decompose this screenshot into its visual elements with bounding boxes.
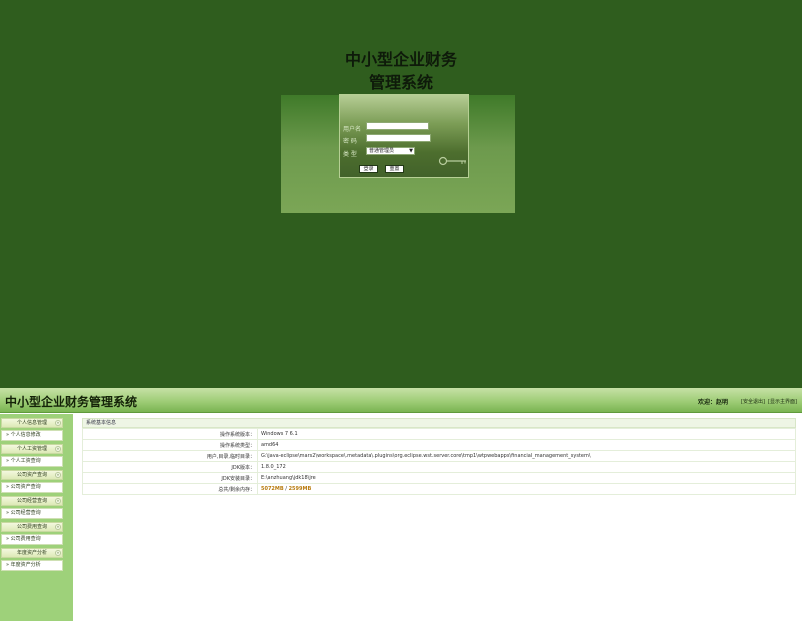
sidebar-item-annual-analysis[interactable]: » 年度资产分析 <box>1 560 63 571</box>
sidebar-item-label: 个人信息修改 <box>10 432 41 438</box>
row-label: 用户,目录,临时目录： <box>82 450 258 462</box>
row-label: JDK版本： <box>82 461 258 473</box>
sysinfo-table: 操作系统版本： Windows 7 6.1 操作系统类型： amd64 用户,目… <box>82 428 796 495</box>
sidebar-item-label: 公司经营查询 <box>10 510 41 516</box>
chevron-icon: » <box>55 472 61 478</box>
row-label: 操作系统类型： <box>82 439 258 451</box>
row-value: G:\java-eclipse\mars2\workspace\.metadat… <box>257 450 796 462</box>
chevron-icon: » <box>55 446 61 452</box>
sidebar-item-expenses-query[interactable]: » 公司费用查询 <box>1 534 63 545</box>
sidebar-group-label: 公司经营查询 <box>16 498 47 504</box>
username-label: 用户名 <box>343 126 362 133</box>
sidebar-group-personal-salary[interactable]: 个人工资管理 » <box>1 444 63 454</box>
sidebar-item-personal-info-edit[interactable]: » 个人信息修改 <box>1 430 63 441</box>
row-value: 1.8.0_172 <box>257 461 796 473</box>
sidebar-item-label: 公司资产查询 <box>10 484 41 490</box>
table-row: JDK安装目录： E:\anzhuang\jdk18\jre <box>82 472 796 484</box>
memory-total: 5072MB <box>261 486 284 492</box>
sidebar-item-assets-query[interactable]: » 公司资产查询 <box>1 482 63 493</box>
sidebar-item-operations-query[interactable]: » 公司经营查询 <box>1 508 63 519</box>
key-icon <box>438 156 466 166</box>
row-label: 总共/剩余内存： <box>82 483 258 495</box>
sysinfo-title: 系统基本信息 <box>82 418 796 428</box>
user-greeting: 欢迎：赵明 <box>698 399 729 406</box>
row-label: JDK安装目录： <box>82 472 258 484</box>
row-value: amd64 <box>257 439 796 451</box>
home-link[interactable]: [显示主界面] <box>768 398 797 405</box>
password-label: 密 码 <box>343 138 357 145</box>
app-title: 中小型企业财务管理系统 <box>5 395 138 409</box>
sidebar-group-label: 个人信息管理 <box>16 420 47 426</box>
table-row: JDK版本： 1.8.0_172 <box>82 461 796 473</box>
login-button[interactable]: 登录 <box>359 165 378 173</box>
sidebar: 个人信息管理 » » 个人信息修改 个人工资管理 » » 个人工资查询 公司资产… <box>0 414 73 621</box>
chevron-icon: » <box>55 498 61 504</box>
row-value: E:\anzhuang\jdk18\jre <box>257 472 796 484</box>
chevron-icon: » <box>55 550 61 556</box>
role-select-value: 普通管理员 <box>369 148 395 154</box>
sidebar-group-company-assets[interactable]: 公司资产查询 » <box>1 470 63 480</box>
login-screen: 中小型企业财务 管理系统 用户名 密 码 类 型 普通管理员 ▼ 登录 重置 <box>0 0 802 388</box>
main-app: 中小型企业财务管理系统 欢迎：赵明 [安全退出] [显示主界面] 个人信息管理 … <box>0 388 802 621</box>
sidebar-group-label: 年度资产分析 <box>16 550 47 556</box>
sidebar-group-personal-info[interactable]: 个人信息管理 » <box>1 418 63 428</box>
chevron-icon: » <box>55 524 61 530</box>
reset-button[interactable]: 重置 <box>385 165 404 173</box>
sidebar-group-label: 公司费用查询 <box>16 524 47 530</box>
chevron-icon: » <box>55 420 61 426</box>
chevron-down-icon: ▼ <box>409 148 413 154</box>
sidebar-item-salary-query[interactable]: » 个人工资查询 <box>1 456 63 467</box>
content-area: 系统基本信息 操作系统版本： Windows 7 6.1 操作系统类型： amd… <box>82 418 796 495</box>
table-row: 用户,目录,临时目录： G:\java-eclipse\mars2\worksp… <box>82 450 796 462</box>
app-header: 中小型企业财务管理系统 欢迎：赵明 [安全退出] [显示主界面] <box>0 388 802 413</box>
login-title-line1: 中小型企业财务 <box>344 50 457 69</box>
logout-link[interactable]: [安全退出] <box>741 398 765 405</box>
role-label: 类 型 <box>343 151 357 158</box>
sidebar-item-label: 个人工资查询 <box>10 458 41 464</box>
memory-free: 2599MB <box>288 486 312 492</box>
sidebar-group-label: 个人工资管理 <box>16 446 47 452</box>
row-value: 5072MB / 2599MB <box>257 483 796 495</box>
table-row: 操作系统版本： Windows 7 6.1 <box>82 428 796 440</box>
table-row: 总共/剩余内存： 5072MB / 2599MB <box>82 483 796 495</box>
password-input[interactable] <box>366 134 431 142</box>
row-label: 操作系统版本： <box>82 428 258 440</box>
row-value: Windows 7 6.1 <box>257 428 796 440</box>
sidebar-group-company-operations[interactable]: 公司经营查询 » <box>1 496 63 506</box>
sidebar-group-company-expenses[interactable]: 公司费用查询 » <box>1 522 63 532</box>
sidebar-item-label: 年度资产分析 <box>10 562 41 568</box>
table-row: 操作系统类型： amd64 <box>82 439 796 451</box>
sidebar-item-label: 公司费用查询 <box>10 536 41 542</box>
username-input[interactable] <box>366 122 429 130</box>
role-select[interactable]: 普通管理员 ▼ <box>366 147 415 155</box>
login-title-line2: 管理系统 <box>368 73 433 92</box>
sidebar-group-annual-assets[interactable]: 年度资产分析 » <box>1 548 63 558</box>
sidebar-group-label: 公司资产查询 <box>16 472 47 478</box>
